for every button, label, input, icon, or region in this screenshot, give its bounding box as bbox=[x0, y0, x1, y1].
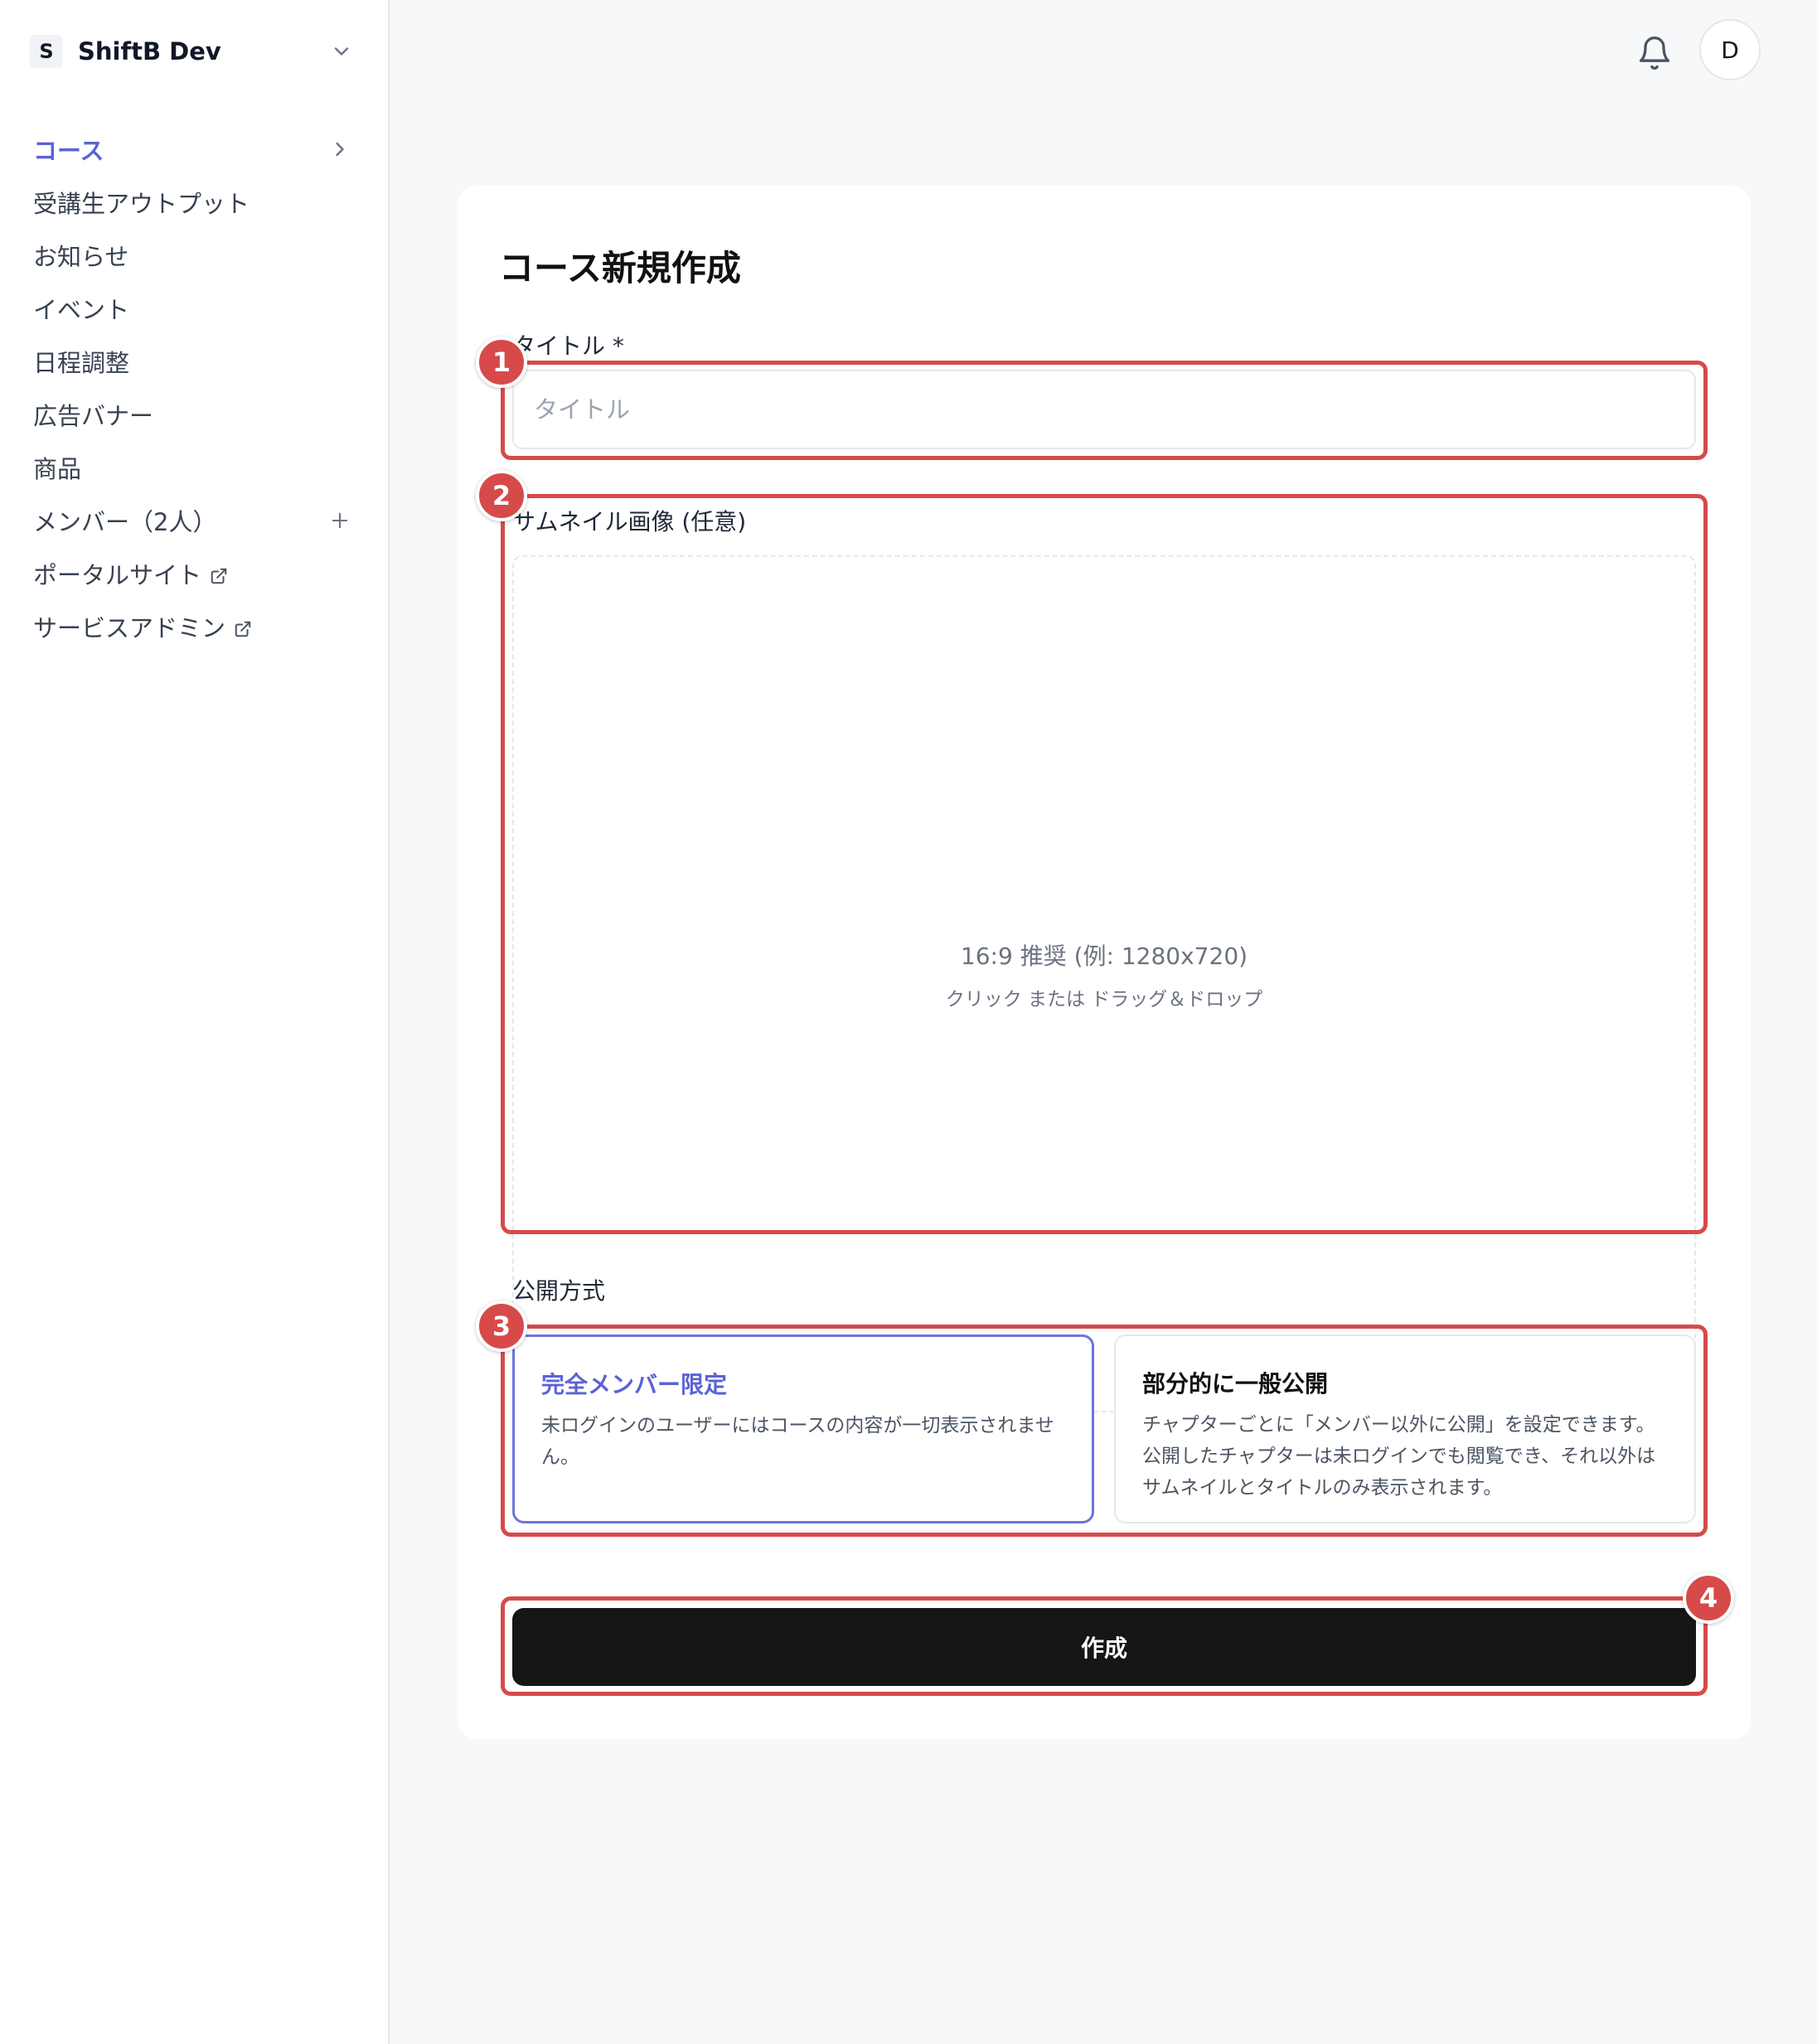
visibility-option-partial-public[interactable]: 部分的に一般公開 チャプターごとに「メンバー以外に公開」を設定できます。公開した… bbox=[1114, 1334, 1696, 1523]
workspace-switcher[interactable]: S ShiftB Dev bbox=[30, 30, 353, 73]
sidebar-item-label: コース bbox=[33, 137, 104, 165]
chevron-down-icon bbox=[334, 47, 349, 56]
workspace-name: ShiftB Dev bbox=[78, 37, 221, 65]
sidebar-item-scheduling[interactable]: 日程調整 bbox=[0, 335, 390, 388]
sidebar-item-products[interactable]: 商品 bbox=[0, 441, 390, 494]
visibility-option-members-only[interactable]: 完全メンバー限定 未ログインのユーザーにはコースの内容が一切表示されません。 bbox=[512, 1334, 1094, 1523]
plus-icon[interactable] bbox=[328, 509, 351, 532]
annotation-badge-2: 2 bbox=[476, 470, 527, 521]
sidebar-item-events[interactable]: イベント bbox=[0, 282, 390, 335]
course-create-card: コース新規作成 タイトル * サムネイル画像 (任意) 16:9 推奨 (例: … bbox=[458, 186, 1751, 1739]
sidebar-item-label: メンバー（2人） bbox=[33, 508, 217, 536]
title-input[interactable] bbox=[512, 370, 1696, 449]
thumbnail-label: サムネイル画像 (任意) bbox=[512, 508, 747, 535]
visibility-label: 公開方式 bbox=[512, 1277, 606, 1305]
bell-icon[interactable] bbox=[1636, 35, 1673, 71]
external-link-icon bbox=[211, 568, 227, 584]
sidebar-item-members[interactable]: メンバー（2人） bbox=[0, 494, 390, 547]
thumbnail-dropzone[interactable]: 16:9 推奨 (例: 1280x720) クリック または ドラッグ＆ドロップ bbox=[512, 555, 1696, 1412]
annotation-badge-1: 1 bbox=[476, 337, 527, 388]
sidebar-nav: コース 受講生アウトプット お知らせ イベント 日程調整 広告バナー 商品 メン… bbox=[0, 123, 390, 653]
option-description: 未ログインのユーザーにはコースの内容が一切表示されません。 bbox=[541, 1415, 1054, 1468]
sidebar-item-label: 日程調整 bbox=[33, 349, 130, 377]
option-title: 部分的に一般公開 bbox=[1142, 1370, 1329, 1397]
sidebar-item-portal-site[interactable]: ポータルサイト bbox=[0, 547, 390, 600]
option-title: 完全メンバー限定 bbox=[541, 1371, 728, 1398]
sidebar: S ShiftB Dev コース 受講生アウトプット お知らせ イベント 日程調… bbox=[0, 0, 390, 2044]
sidebar-item-student-outputs[interactable]: 受講生アウトプット bbox=[0, 176, 390, 229]
sidebar-item-ad-banners[interactable]: 広告バナー bbox=[0, 388, 390, 441]
user-avatar[interactable]: D bbox=[1699, 19, 1761, 80]
sidebar-item-label: お知らせ bbox=[33, 243, 129, 271]
sidebar-item-label: サービスアドミン bbox=[33, 614, 226, 642]
sidebar-item-label: 商品 bbox=[33, 455, 82, 483]
option-description: チャプターごとに「メンバー以外に公開」を設定できます。公開したチャプターは未ログ… bbox=[1142, 1414, 1656, 1499]
sidebar-item-announcements[interactable]: お知らせ bbox=[0, 229, 390, 282]
thumbnail-hint-main: 16:9 推奨 (例: 1280x720) bbox=[960, 942, 1248, 970]
title-label: タイトル * bbox=[512, 332, 624, 360]
page-title: コース新規作成 bbox=[499, 248, 741, 288]
external-link-icon bbox=[235, 621, 251, 637]
sidebar-item-label: 広告バナー bbox=[33, 402, 154, 430]
annotation-badge-3: 3 bbox=[476, 1301, 527, 1352]
workspace-logo: S bbox=[30, 35, 63, 68]
sidebar-item-service-admin[interactable]: サービスアドミン bbox=[0, 600, 390, 653]
sidebar-item-label: イベント bbox=[33, 296, 130, 324]
sidebar-item-courses[interactable]: コース bbox=[0, 123, 390, 176]
sidebar-item-label: 受講生アウトプット bbox=[33, 190, 250, 218]
annotation-badge-4: 4 bbox=[1683, 1572, 1734, 1624]
sidebar-item-label: ポータルサイト bbox=[33, 561, 202, 589]
thumbnail-hint-sub: クリック または ドラッグ＆ドロップ bbox=[945, 989, 1263, 1010]
chevron-right-icon bbox=[336, 142, 344, 157]
create-button[interactable]: 作成 bbox=[512, 1608, 1696, 1686]
